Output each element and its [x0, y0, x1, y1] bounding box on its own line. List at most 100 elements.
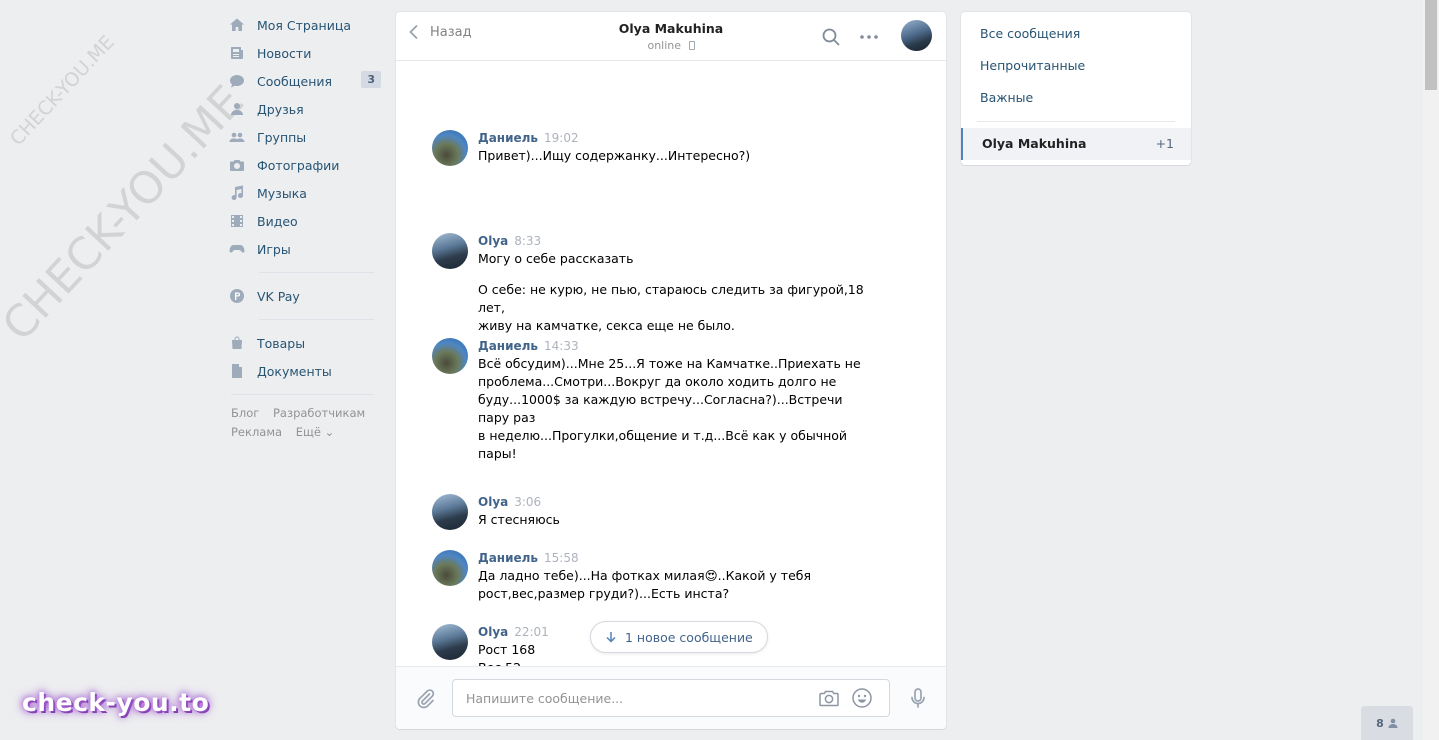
avatar[interactable] [432, 130, 468, 166]
message-text: О себе: не курю, не пью, стараюсь следит… [478, 282, 864, 333]
left-navigation: Моя Страница Новости Сообщения 3 Друзья … [229, 11, 381, 442]
watermark-diagonal-small: CHECK-YOU.ME [5, 31, 119, 150]
message-input-box[interactable] [452, 679, 890, 717]
camera-icon [229, 157, 245, 173]
message-time: 3:06 [514, 495, 542, 509]
nav-item-label: Музыка [257, 185, 307, 201]
vkpay-icon [229, 288, 245, 304]
nav-item-vkpay[interactable]: VK Pay [229, 282, 381, 310]
nav-item-label: Новости [257, 45, 312, 61]
message-item: Даниель 15:58 Да ладно тебе)...На фотках … [432, 550, 872, 603]
nav-item-my-page[interactable]: Моя Страница [229, 11, 381, 39]
filter-divider [977, 121, 1175, 122]
nav-item-label: Друзья [257, 101, 304, 117]
home-icon [229, 17, 245, 33]
watermark-logo: check-you.to [22, 688, 210, 717]
nav-item-documents[interactable]: Документы [229, 357, 381, 385]
message-time: 14:33 [544, 339, 579, 353]
avatar[interactable] [432, 233, 468, 269]
groups-icon [229, 129, 245, 145]
message-author[interactable]: Даниель [478, 551, 538, 565]
news-icon [229, 45, 245, 61]
nav-item-video[interactable]: Видео [229, 207, 381, 235]
message-item: Olya 8:33 Могу о себе рассказать О себе: … [432, 233, 872, 335]
message-input[interactable] [453, 680, 793, 716]
message-history: Даниель 19:02 Привет)...Ищу содержанку...… [396, 62, 946, 666]
message-time: 8:33 [514, 234, 542, 248]
new-message-label: 1 новое сообщение [625, 629, 753, 645]
page-scrollbar[interactable] [1423, 0, 1439, 740]
peer-status-text: online [647, 39, 682, 52]
footer-link-blog[interactable]: Блог [231, 406, 259, 420]
avatar[interactable] [432, 338, 468, 374]
message-author[interactable]: Olya [478, 495, 508, 509]
message-item: Даниель 14:33 Всё обсудим)...Мне 25...Я т… [432, 338, 872, 463]
nav-item-games[interactable]: Игры [229, 235, 381, 263]
avatar[interactable] [432, 550, 468, 586]
nav-item-label: Игры [257, 241, 291, 257]
message-text: Могу о себе рассказать [478, 251, 634, 266]
mobile-icon [688, 41, 695, 50]
search-icon[interactable] [821, 27, 841, 47]
document-icon [229, 363, 245, 379]
online-count: 8 [1376, 716, 1384, 730]
more-icon[interactable] [859, 27, 879, 47]
online-friends-widget[interactable]: 8 [1361, 706, 1413, 740]
message-text: Я стесняюсь [478, 512, 560, 527]
avatar[interactable] [432, 624, 468, 660]
conversation-name: Olya Makuhina [982, 136, 1087, 151]
nav-divider [259, 272, 374, 273]
nav-item-label: Товары [257, 335, 306, 351]
message-author[interactable]: Даниель [478, 131, 538, 145]
footer-links: Блог Разработчикам Реклама Ещё ⌄ [229, 404, 381, 442]
nav-item-label: Моя Страница [257, 17, 351, 33]
message-author[interactable]: Olya [478, 625, 508, 639]
nav-item-groups[interactable]: Группы [229, 123, 381, 151]
message-composer [396, 666, 946, 729]
nav-item-music[interactable]: Музыка [229, 179, 381, 207]
new-message-button[interactable]: 1 новое сообщение [590, 621, 768, 653]
nav-item-label: Фотографии [257, 157, 340, 173]
scrollbar-thumb[interactable] [1425, 0, 1437, 90]
message-time: 22:01 [514, 625, 549, 639]
user-icon [1388, 718, 1398, 728]
nav-item-label: Видео [257, 213, 298, 229]
message-time: 19:02 [544, 131, 579, 145]
footer-link-ads[interactable]: Реклама [231, 425, 282, 439]
nav-item-goods[interactable]: Товары [229, 329, 381, 357]
filter-all-messages[interactable]: Все сообщения [961, 18, 1191, 50]
conversation-filters: Все сообщения Непрочитанные Важные Olya … [961, 12, 1191, 165]
paperclip-icon[interactable] [414, 687, 436, 709]
games-icon [229, 241, 245, 257]
footer-link-developers[interactable]: Разработчикам [273, 406, 365, 420]
message-time: 15:58 [544, 551, 579, 565]
avatar[interactable] [432, 494, 468, 530]
camera-icon[interactable] [818, 687, 840, 709]
music-icon [229, 185, 245, 201]
arrow-down-icon [606, 632, 616, 643]
nav-item-label: Группы [257, 129, 307, 145]
message-text: Да ладно тебе)...На фотках милая😍..Какой… [478, 568, 811, 601]
peer-avatar[interactable] [901, 20, 932, 51]
nav-item-friends[interactable]: Друзья [229, 95, 381, 123]
nav-item-news[interactable]: Новости [229, 39, 381, 67]
message-item: Olya 3:06 Я стесняюсь [432, 494, 872, 530]
filter-important[interactable]: Важные [961, 82, 1191, 114]
message-item: Даниель 19:02 Привет)...Ищу содержанку...… [432, 130, 872, 166]
shopping-bag-icon [229, 335, 245, 351]
message-author[interactable]: Даниель [478, 339, 538, 353]
microphone-icon[interactable] [907, 687, 929, 709]
chat-header: Назад Olya Makuhina online [396, 12, 946, 61]
nav-item-photos[interactable]: Фотографии [229, 151, 381, 179]
message-text: Привет)...Ищу содержанку...Интересно?) [478, 148, 751, 163]
emoji-icon[interactable] [851, 687, 873, 709]
nav-item-messages[interactable]: Сообщения 3 [229, 67, 381, 95]
footer-link-more[interactable]: Ещё ⌄ [296, 425, 334, 439]
nav-item-label: Сообщения [257, 73, 333, 89]
nav-item-label: Документы [257, 363, 332, 379]
video-icon [229, 213, 245, 229]
message-text: Всё обсудим)...Мне 25...Я тоже на Камчат… [478, 356, 861, 461]
filter-unread[interactable]: Непрочитанные [961, 50, 1191, 82]
message-author[interactable]: Olya [478, 234, 508, 248]
active-conversation[interactable]: Olya Makuhina +1 [961, 128, 1191, 160]
